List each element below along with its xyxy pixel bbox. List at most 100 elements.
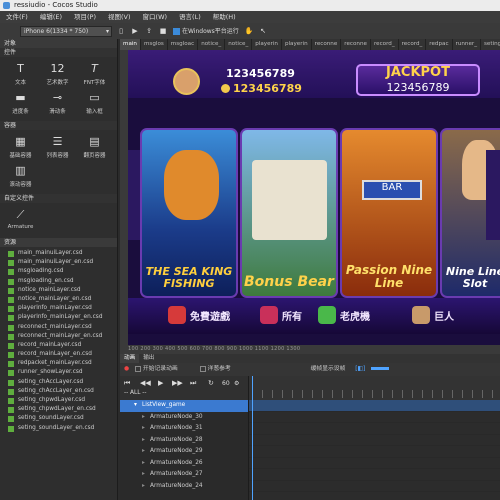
nav-giant[interactable]: 巨人 [412,306,454,324]
resource-file[interactable]: playerinfo_mainLayer.csd [0,304,117,313]
next-frame-icon[interactable]: ▶▶ [172,379,183,387]
record-checkbox[interactable] [134,365,141,372]
resource-file[interactable]: main_mainuiLayer.csd [0,249,117,258]
resource-file[interactable]: seting_chpwdLayer_en.csd [0,405,117,414]
resource-file[interactable]: record_mainLayer_en.csd [0,350,117,359]
document-tab[interactable]: record_ [399,39,427,50]
filter-select[interactable]: -- ALL -- [124,390,146,396]
control-progress[interactable]: ▬ 进度条 [2,89,39,118]
resource-file[interactable]: seting_soundLayer.csd [0,414,117,423]
document-tab[interactable]: redpac [426,39,453,50]
record-icon[interactable]: ● [124,366,129,372]
control-slider[interactable]: ⊸ 滑动条 [39,89,76,118]
run-target-select[interactable]: 在Windows平台运行 [172,26,240,37]
document-tab[interactable]: playerin [252,39,282,50]
document-tab[interactable]: reconne [312,39,342,50]
control-art-number[interactable]: 12 艺术数字 [39,60,76,89]
play-animation-icon[interactable]: ▶ [158,379,163,387]
timeline-row[interactable] [249,469,500,481]
menu-project[interactable]: 项目(P) [68,11,102,23]
document-tab[interactable]: notice_ [225,39,253,50]
resource-file[interactable]: msgloading.csd [0,267,117,276]
custom-armature[interactable]: ⟋ Armature [2,206,39,235]
tree-item[interactable]: ArmatureNode_29 [120,446,248,458]
document-tab[interactable]: notice_ [198,39,226,50]
tree-item[interactable]: ArmatureNode_31 [120,423,248,435]
tab-output[interactable]: 输出 [139,354,158,363]
timeline[interactable] [248,376,500,500]
resource-file[interactable]: record_mainLayer.csd [0,341,117,350]
player-avatar[interactable] [173,68,200,95]
select-tool-icon[interactable]: ↖ [258,26,268,36]
hand-tool-icon[interactable]: ✋ [244,26,254,36]
tree-root[interactable]: ListView_game [120,400,248,412]
resource-file[interactable]: notice_mainLayer.csd [0,286,117,295]
menu-view[interactable]: 视图(V) [102,11,137,23]
container-panel[interactable]: ▦ 基础容器 [2,133,39,162]
menu-help[interactable]: 帮助(H) [207,11,242,23]
resource-file[interactable]: notice_mainLayer_en.csd [0,295,117,304]
menu-file[interactable]: 文件(F) [0,11,34,23]
fps-value[interactable]: 60 [222,380,230,387]
tree-item[interactable]: ArmatureNode_30 [120,412,248,424]
tree-item[interactable]: ArmatureNode_26 [120,458,248,470]
game-card-passion-nine[interactable]: BAR Passion Nine Line [340,128,438,298]
play-icon[interactable]: ▶ [130,26,140,36]
container-scrollview[interactable]: ▥ 滚动容器 [2,162,39,191]
resource-file[interactable]: msgloading_en.csd [0,277,117,286]
tab-animation[interactable]: 动画 [120,354,140,363]
stop-icon[interactable]: ■ [158,26,168,36]
resource-file[interactable]: reconnect_mainLayer_en.csd [0,332,117,341]
document-tab[interactable]: main [120,39,141,50]
container-list[interactable]: ☰ 列表容器 [39,133,76,162]
loop-toggle-icon[interactable]: [◧] [355,366,365,372]
document-tab[interactable]: playerin [282,39,312,50]
document-tab[interactable]: seting_ [481,39,500,50]
nav-slots[interactable]: 老虎機 [318,306,370,324]
timeline-row[interactable] [249,423,500,435]
resource-file[interactable]: runner_showLayer.csd [0,368,117,377]
resource-file[interactable]: seting_chpwdLayer.csd [0,396,117,405]
tree-item[interactable]: ArmatureNode_24 [120,481,248,493]
timeline-row[interactable] [249,446,500,458]
resource-file[interactable]: playerinfo_mainLayer_en.csd [0,313,117,322]
document-tab[interactable]: record_ [371,39,399,50]
document-tab[interactable]: msglos [141,39,168,50]
last-frame-icon[interactable]: ⏭ [190,379,196,388]
first-frame-icon[interactable]: ⏮ [124,379,130,388]
publish-icon[interactable]: ⇪ [144,26,154,36]
device-select[interactable]: iPhone 6(1334 * 750) [20,25,112,37]
control-fnt-font[interactable]: T FNT字体 [76,60,113,89]
tree-item[interactable]: ArmatureNode_27 [120,469,248,481]
container-pageview[interactable]: ▤ 翻页容器 [76,133,113,162]
resource-file[interactable]: reconnect_mainLayer.csd [0,323,117,332]
control-input[interactable]: ▭ 输入框 [76,89,113,118]
nav-all[interactable]: 所有 [260,306,302,324]
loop-icon[interactable]: ↻ [208,379,214,387]
menu-language[interactable]: 语言(L) [173,11,207,23]
resource-file[interactable]: main_mainuiLayer_en.csd [0,258,117,267]
nav-free-games[interactable]: 免費遊戲 [168,306,230,324]
game-card-bonus-bear[interactable]: Bonus Bear [240,128,338,298]
timeline-row[interactable] [249,412,500,423]
resource-file[interactable]: seting_soundLayer_en.csd [0,424,117,433]
game-card-sea-king[interactable]: THE SEA KING FISHING [140,128,238,298]
prev-frame-icon[interactable]: ◀◀ [140,379,151,387]
timeline-row[interactable] [249,481,500,492]
menu-edit[interactable]: 编辑(E) [34,11,68,23]
tree-item[interactable]: ArmatureNode_28 [120,435,248,447]
playhead[interactable] [252,376,253,500]
timeline-row[interactable] [249,435,500,446]
scroll-right-arrow[interactable] [486,150,500,240]
document-tab[interactable]: msgloac [168,39,199,50]
timeline-row[interactable] [249,458,500,469]
document-tab[interactable]: reconne [341,39,371,50]
timeline-row[interactable] [249,400,500,412]
menu-window[interactable]: 窗口(W) [137,11,174,23]
resource-file[interactable]: seting_chAccLayer_en.csd [0,387,117,396]
resource-file[interactable]: seting_chAccLayer.csd [0,378,117,387]
resource-file[interactable]: redpacket_mainLayer.csd [0,359,117,368]
portrait-icon[interactable]: ▯ [116,26,126,36]
scene-canvas[interactable]: 123456789 123456789 JACKPOT 123456789 TH… [128,50,500,345]
onion-checkbox[interactable] [199,365,206,372]
